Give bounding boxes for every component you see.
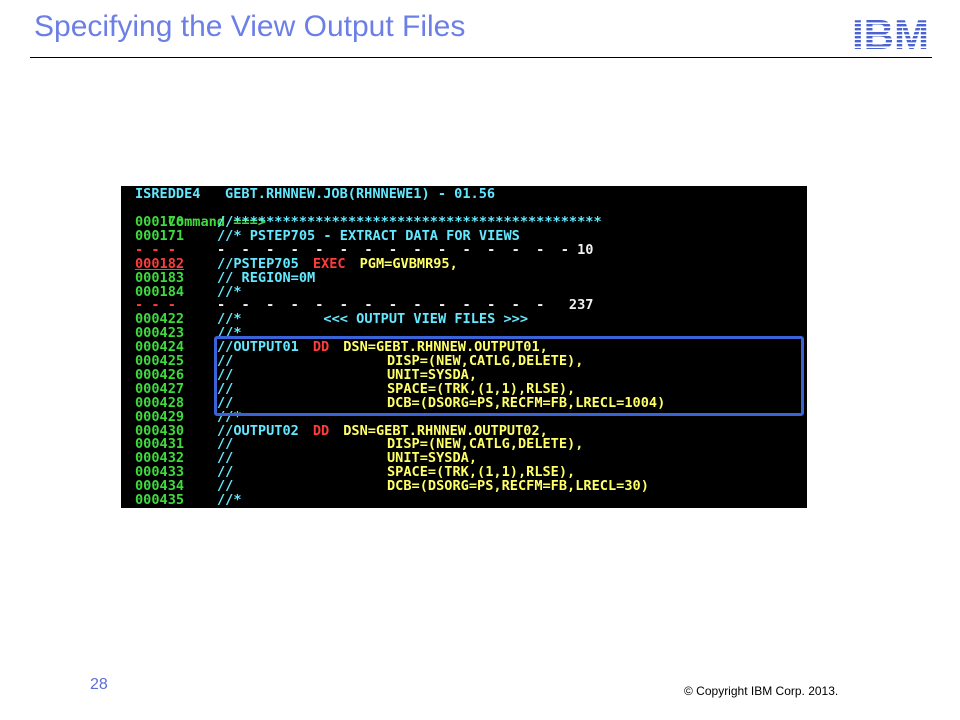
jcl-parameters: DSN=GEBT.RHNNEW.OUTPUT02, (343, 422, 548, 439)
jcl-parameters: DCB=(DSORG=PS,RECFM=FB,LRECL=30) (387, 478, 649, 495)
code-line[interactable]: 000434 // DCB=(DSORG=PS,RECFM=FB,LRECL=30) (135, 478, 649, 495)
line-number: 000434 (135, 478, 185, 495)
line-number: 000426 (135, 366, 185, 383)
line-number: 000430 (135, 422, 185, 439)
code-line[interactable]: 000171 //* PSTEP705 - EXTRACT DATA FOR VI… (135, 229, 520, 243)
line-text: // (217, 436, 234, 453)
code-line[interactable]: 000170 //********************************… (135, 215, 602, 229)
line-number: 000431 (135, 436, 185, 453)
line-number: 000424 (135, 339, 185, 356)
code-line[interactable]: - - - - - - - - - - - - - - - - - - 10 (135, 243, 593, 257)
line-number: 000170 (135, 214, 185, 230)
line-text: //* <<< OUTPUT VIEW FILES >>> (217, 311, 528, 328)
copyright-notice: © Copyright IBM Corp. 2013. (684, 684, 839, 698)
line-number: 000429 (135, 408, 185, 425)
line-number: - - - (135, 297, 185, 314)
line-text: // (217, 464, 234, 481)
line-number: 000182 (135, 255, 185, 272)
line-number: 000423 (135, 325, 185, 342)
jcl-keyword: EXEC (312, 255, 346, 272)
line-number: 000435 (135, 492, 185, 508)
line-text: - - - - - - - - - - - - - - - 10 (217, 241, 594, 258)
line-number: - - - (135, 241, 185, 258)
line-number: 000428 (135, 394, 185, 411)
line-text: //OUTPUT02 (217, 422, 299, 439)
line-number: 000433 (135, 464, 185, 481)
line-number: 000184 (135, 283, 185, 300)
code-line[interactable]: 000430 //OUTPUT02 DD DSN=GEBT.RHNNEW.OUTPUT… (135, 424, 548, 438)
code-line[interactable]: 000422 //* <<< OUTPUT VIEW FILES >>> (135, 312, 528, 326)
line-text: - - - - - - - - - - - - - - 237 (217, 297, 594, 314)
code-line[interactable]: 000184 //* (135, 285, 242, 299)
line-text: //* (217, 283, 242, 300)
line-number: 000425 (135, 353, 185, 369)
jcl-parameters: UNIT=SYSDA, (387, 450, 478, 467)
jcl-parameters: SPACE=(TRK,(1,1),RLSE), (387, 464, 576, 481)
line-text: //* (217, 492, 242, 508)
line-number: 000171 (135, 227, 185, 244)
command-line[interactable]: Command ===> (135, 201, 266, 229)
line-text: //* PSTEP705 - EXTRACT DATA FOR VIEWS (217, 227, 520, 244)
line-number: 000183 (135, 269, 185, 286)
code-line[interactable]: 000435 //* (135, 493, 242, 507)
code-line[interactable]: 000432 // UNIT=SYSDA, (135, 450, 477, 467)
editor-header: ISREDDE4 GEBT.RHNNEW.JOB(RHNNEWE1) - 01.… (135, 186, 496, 202)
code-line[interactable]: 000433 // SPACE=(TRK,(1,1),RLSE), (135, 464, 575, 481)
line-text: // (217, 450, 234, 467)
ibm-logo: IBM (852, 16, 929, 52)
line-text: //**************************************… (217, 214, 602, 230)
line-text: // (217, 478, 234, 495)
code-line[interactable]: 000182 //PSTEP705 EXEC PGM=GVBMR95, (135, 257, 458, 271)
jcl-parameters: PGM=GVBMR95, (359, 255, 458, 272)
code-line[interactable]: 000431 // DISP=(NEW,CATLG,DELETE), (135, 436, 583, 453)
jcl-parameters: DISP=(NEW,CATLG,DELETE), (387, 436, 584, 453)
jcl-keyword: DD (312, 422, 330, 439)
code-line[interactable]: - - - - - - - - - - - - - - - - - 237 (135, 298, 593, 312)
line-number: 000432 (135, 450, 185, 467)
slide-title: Specifying the View Output Files (34, 10, 466, 43)
title-divider (30, 57, 932, 58)
line-number: 000427 (135, 380, 185, 397)
line-text: //PSTEP705 (217, 255, 299, 272)
code-line[interactable]: 000183 // REGION=0M (135, 271, 315, 285)
line-number: 000422 (135, 311, 185, 328)
output01-highlight-box (214, 336, 804, 416)
svg-text:IBM: IBM (852, 16, 929, 52)
line-text: // REGION=0M (217, 269, 316, 286)
page-number: 28 (90, 676, 108, 693)
